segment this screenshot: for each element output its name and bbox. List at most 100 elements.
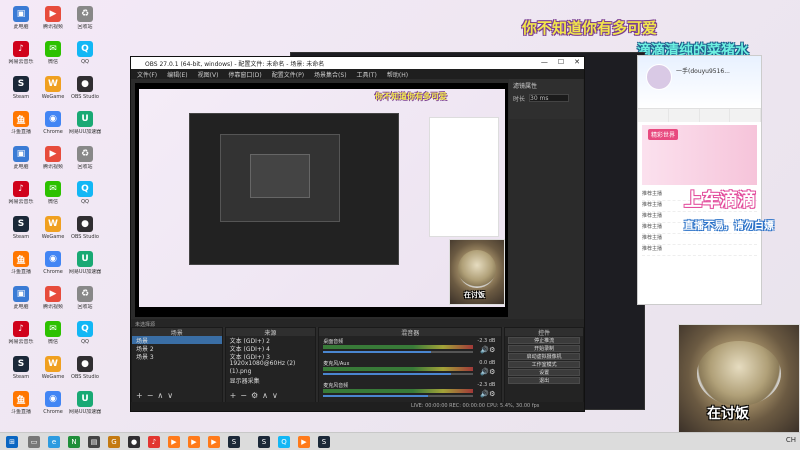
menu-item[interactable]: 文件(F) [137,70,157,79]
speaker-icon[interactable]: 🔊⚙ [480,390,495,398]
source-item[interactable]: 1920x1080@60Hz (2) [226,360,316,368]
room-tab[interactable] [700,109,731,122]
desktop-icon[interactable]: ♪ 网易云音乐 [6,179,36,215]
steam-icon[interactable]: S [228,436,240,448]
desktop-icon[interactable]: ▶ 腾讯视频 [38,284,68,320]
desktop-icon[interactable]: ♻ 回收站 [70,284,100,320]
desktop-icon[interactable]: ♪ 网易云音乐 [6,319,36,355]
volume-slider[interactable] [323,351,474,353]
music-icon[interactable]: ♪ [148,436,160,448]
menu-item[interactable]: 工具(T) [357,70,377,79]
app-icon[interactable]: ▤ [88,436,100,448]
live-icon[interactable]: ▶ [188,436,200,448]
steam-icon[interactable]: S [318,436,330,448]
control-button[interactable]: 停止推流 [508,337,580,344]
list-item[interactable]: 推荐主播 [642,245,757,256]
room-banner[interactable]: 精彩世界 [642,125,757,185]
avatar[interactable] [646,64,672,90]
game-icon[interactable]: G [108,436,120,448]
app-icon: ✉ [45,41,61,57]
control-button[interactable]: 设置 [508,369,580,376]
minimize-icon[interactable]: — [541,58,548,66]
desktop-icon[interactable]: S Steam [6,354,36,390]
desktop-icon[interactable]: U 网易UU加速器 [69,109,101,145]
start-icon[interactable]: ⊞ [6,436,18,448]
volume-slider[interactable] [323,395,474,397]
desktop-icon-label: 斗鱼直播 [10,269,31,275]
menu-item[interactable]: 场景集合(S) [314,70,347,79]
speaker-icon[interactable]: 🔊⚙ [480,346,495,354]
desktop-icon[interactable]: Q QQ [70,319,100,355]
speaker-icon[interactable]: 🔊⚙ [480,368,495,376]
desktop-icon[interactable]: ● OBS Studio [70,214,100,250]
desktop-icon[interactable]: U 网易UU加速器 [69,389,101,425]
desktop-icon[interactable]: ✉ 微信 [38,39,68,75]
desktop-icon[interactable]: Q QQ [70,179,100,215]
scene-controls[interactable]: +−∧∨ [136,391,177,400]
source-controls[interactable]: +−⚙∧∨ [230,391,282,400]
desktop-icon[interactable]: ♪ 网易云音乐 [6,39,36,75]
desktop-icon[interactable]: 鱼斗鱼直播 [6,389,36,425]
live-icon[interactable]: ▶ [208,436,220,448]
room-tab[interactable] [669,109,700,122]
source-item[interactable]: 显示器采集 [226,376,316,385]
desktop-icon[interactable]: ▶ 腾讯视频 [38,4,68,40]
desktop-icon[interactable]: W WeGame [38,214,68,250]
close-icon[interactable]: ✕ [574,58,580,66]
desktop-icon[interactable]: ♻ 回收站 [70,144,100,180]
qq-icon[interactable]: Q [278,436,290,448]
menu-item[interactable]: 停靠窗口(D) [228,70,261,79]
source-item[interactable]: 文本 (GDI+) 3 [226,352,316,361]
desktop-icon[interactable]: ◉ Chrome [38,109,68,145]
desktop-icon[interactable]: ● OBS Studio [70,354,100,390]
desktop-icon[interactable]: ◉ Chrome [38,389,68,425]
desktop-icon[interactable]: 鱼斗鱼直播 [6,249,36,285]
live-icon[interactable]: ▶ [298,436,310,448]
maximize-icon[interactable]: ☐ [558,58,564,66]
volume-slider[interactable] [323,373,474,375]
system-tray[interactable]: CH [786,436,796,444]
scene-item[interactable]: 场景 [132,336,222,345]
desktop-icon[interactable]: S Steam [6,74,36,110]
props-row-value[interactable]: 30 ms [529,94,570,102]
control-button[interactable]: 启动虚拟摄像机 [508,353,580,360]
control-button[interactable]: 退出 [508,377,580,384]
taskview-icon[interactable]: ▭ [28,436,40,448]
nvidia-icon[interactable]: N [68,436,80,448]
desktop-icon[interactable]: ▣ 此电脑 [6,284,36,320]
desktop-icon[interactable]: ◉ Chrome [38,249,68,285]
room-tab[interactable] [730,109,761,122]
desktop-icon[interactable]: ● OBS Studio [70,74,100,110]
desktop-icon[interactable]: ✉ 微信 [38,179,68,215]
desktop-icon[interactable]: U 网易UU加速器 [69,249,101,285]
scene-item[interactable]: 场景 3 [132,352,222,361]
desktop-icon[interactable]: W WeGame [38,354,68,390]
source-item[interactable]: (1).png [226,368,316,376]
control-button[interactable]: 开始录制 [508,345,580,352]
desktop-icon[interactable]: W WeGame [38,74,68,110]
menu-item[interactable]: 编辑(E) [167,70,187,79]
source-item[interactable]: 文本 (GDI+) 4 [226,344,316,353]
desktop-icon[interactable]: Q QQ [70,39,100,75]
obs-preview[interactable]: 你不知道你有多可爱 在讨饭 [135,83,508,317]
steam-icon[interactable]: S [258,436,270,448]
desktop-icon[interactable]: 鱼斗鱼直播 [6,109,36,145]
obs-taskbar-icon[interactable]: ● [128,436,140,448]
source-item[interactable]: 文本 (GDI+) 2 [226,336,316,345]
desktop-icon[interactable]: S Steam [6,214,36,250]
desktop-icon[interactable]: ♻ 回收站 [70,4,100,40]
control-button[interactable]: 工作室模式 [508,361,580,368]
desktop-icon[interactable]: ▣ 此电脑 [6,4,36,40]
desktop-icon[interactable]: ▣ 此电脑 [6,144,36,180]
desktop-icon[interactable]: ▶ 腾讯视频 [38,144,68,180]
menu-item[interactable]: 帮助(H) [387,70,408,79]
live-icon[interactable]: ▶ [168,436,180,448]
desktop-icon[interactable]: ✉ 微信 [38,319,68,355]
preview-mini-title: 你不知道你有多可爱 [375,92,447,101]
menu-item[interactable]: 配置文件(P) [272,70,304,79]
menu-item[interactable]: 视图(V) [198,70,219,79]
room-tab[interactable] [638,109,669,122]
scene-item[interactable]: 场景 2 [132,344,222,353]
list-item[interactable]: 推荐主播 [642,234,757,245]
browser-icon[interactable]: e [48,436,60,448]
